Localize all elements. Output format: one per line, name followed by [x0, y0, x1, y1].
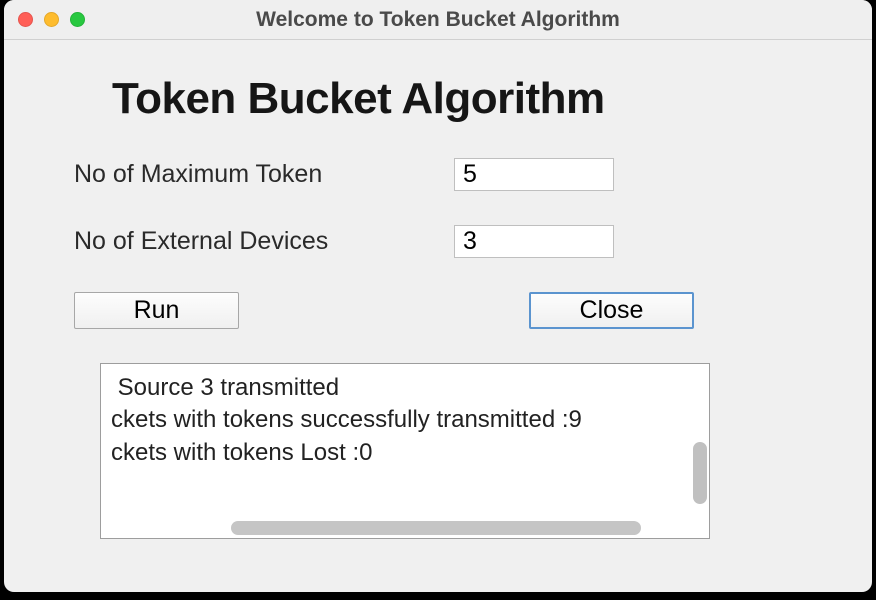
zoom-window-icon[interactable] [70, 12, 85, 27]
window-title: Welcome to Token Bucket Algorithm [4, 8, 872, 32]
titlebar: Welcome to Token Bucket Algorithm [4, 0, 872, 40]
run-button[interactable]: Run [74, 292, 239, 329]
minimize-window-icon[interactable] [44, 12, 59, 27]
max-token-input[interactable] [454, 158, 614, 191]
output-text[interactable]: Source 3 transmitted ckets with tokens s… [101, 364, 709, 518]
max-token-row: No of Maximum Token [74, 158, 812, 191]
external-devices-label: No of External Devices [74, 227, 454, 256]
vertical-scrollbar[interactable] [693, 442, 707, 504]
output-panel: Source 3 transmitted ckets with tokens s… [100, 363, 710, 539]
close-window-icon[interactable] [18, 12, 33, 27]
external-devices-input[interactable] [454, 225, 614, 258]
page-title: Token Bucket Algorithm [112, 74, 812, 124]
external-devices-row: No of External Devices [74, 225, 812, 258]
window-content: Token Bucket Algorithm No of Maximum Tok… [4, 40, 872, 592]
window-controls [18, 12, 85, 27]
close-button[interactable]: Close [529, 292, 694, 329]
max-token-label: No of Maximum Token [74, 160, 454, 189]
app-window: Welcome to Token Bucket Algorithm Token … [4, 0, 872, 592]
horizontal-scrollbar[interactable] [231, 521, 641, 535]
button-row: Run Close [74, 292, 812, 329]
